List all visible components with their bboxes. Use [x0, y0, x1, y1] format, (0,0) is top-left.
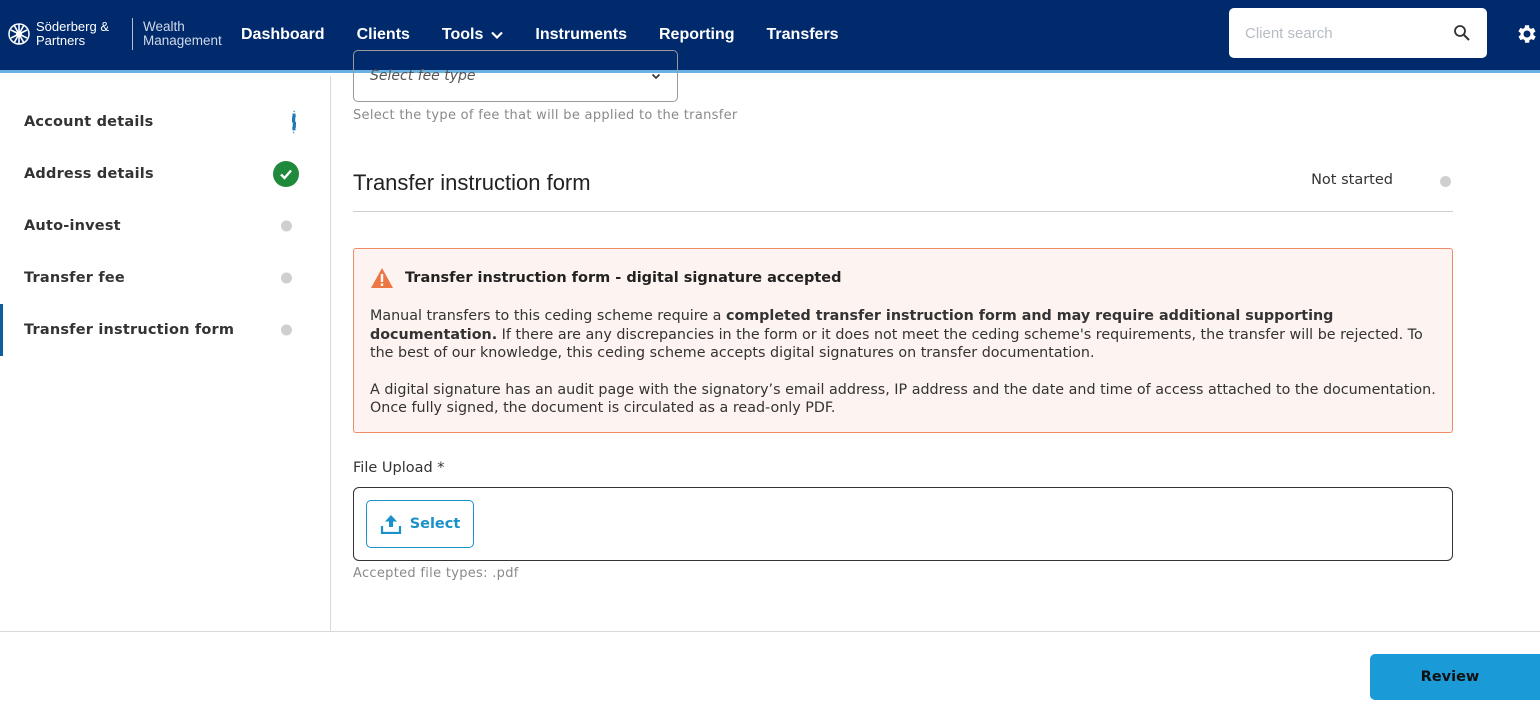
sidebar-item-label: Address details: [24, 166, 154, 182]
fee-type-placeholder: Select fee type: [370, 68, 476, 84]
alert-title: Transfer instruction form - digital sign…: [405, 270, 842, 286]
logo-emblem-icon: [8, 23, 30, 45]
nav-clients[interactable]: Clients: [341, 26, 426, 44]
warning-icon: [371, 268, 393, 288]
top-navigation-bar: Söderberg & Partners Wealth Management D…: [0, 0, 1540, 73]
chevron-down-icon: [651, 73, 661, 80]
nav-tools[interactable]: Tools: [426, 26, 519, 44]
nav-reporting-label: Reporting: [658, 26, 735, 43]
section-title: Transfer instruction form: [353, 170, 591, 195]
alert-paragraph-2: A digital signature has an audit page wi…: [370, 381, 1436, 417]
select-file-button-label: Select: [409, 516, 461, 532]
sidebar-item-account-details[interactable]: Account details: [0, 96, 330, 148]
alert-text: If there are any discrepancies in the fo…: [370, 326, 1423, 362]
section-header: Transfer instruction form Not started: [353, 162, 1453, 212]
company-logo[interactable]: Söderberg & Partners Wealth Management: [8, 14, 233, 54]
upload-icon: [380, 515, 401, 534]
sidebar-item-transfer-fee[interactable]: Transfer fee: [0, 252, 330, 304]
sidebar-item-label: Auto-invest: [24, 218, 121, 234]
alert-text: Manual transfers to this ceding scheme r…: [370, 308, 726, 324]
section-status-text: Not started: [1311, 172, 1393, 188]
fee-type-select[interactable]: Select fee type: [353, 50, 678, 102]
nav-reporting[interactable]: Reporting: [643, 26, 751, 44]
logo-subtitle: Wealth Management: [143, 19, 222, 48]
search-icon[interactable]: [1453, 24, 1471, 42]
status-complete-icon: [273, 161, 299, 187]
status-not-started-icon: [281, 272, 292, 284]
sidebar-item-transfer-instruction-form[interactable]: Transfer instruction form: [0, 304, 330, 356]
step-sidebar: Account details Address details Auto-inv…: [0, 76, 331, 631]
fee-type-help-text: Select the type of fee that will be appl…: [353, 108, 738, 123]
sidebar-item-label: Transfer instruction form: [24, 322, 235, 338]
status-not-started-icon: [281, 324, 292, 336]
nav-tools-label: Tools: [441, 26, 484, 43]
nav-dashboard[interactable]: Dashboard: [225, 26, 341, 44]
review-button[interactable]: Review: [1370, 654, 1540, 700]
client-search-input[interactable]: [1245, 24, 1453, 42]
nav-transfers[interactable]: Transfers: [751, 26, 855, 44]
select-file-button[interactable]: Select: [366, 500, 474, 548]
sidebar-item-label: Transfer fee: [24, 270, 125, 286]
alert-header: Transfer instruction form - digital sign…: [370, 267, 1436, 289]
footer-bar: Review: [0, 631, 1540, 709]
file-upload-help-text: Accepted file types: .pdf: [353, 566, 519, 581]
logo-name: Söderberg & Partners: [36, 19, 109, 48]
alert-paragraph-1: Manual transfers to this ceding scheme r…: [370, 307, 1436, 363]
sidebar-item-address-details[interactable]: Address details: [0, 148, 330, 200]
sidebar-item-auto-invest[interactable]: Auto-invest: [0, 200, 330, 252]
client-search-box: [1229, 8, 1487, 58]
warning-alert: Transfer instruction form - digital sign…: [353, 248, 1453, 433]
chevron-down-icon: [491, 31, 504, 40]
status-not-started-icon: [1440, 176, 1451, 187]
file-upload-dropzone[interactable]: Select: [353, 487, 1453, 561]
status-not-started-icon: [281, 220, 292, 232]
nav-instruments[interactable]: Instruments: [519, 26, 643, 44]
file-upload-label: File Upload *: [353, 460, 445, 476]
nav-dashboard-label: Dashboard: [241, 26, 325, 43]
logo-divider: [132, 18, 133, 50]
nav-transfers-label: Transfers: [766, 26, 839, 43]
nav-instruments-label: Instruments: [535, 26, 627, 43]
gear-icon[interactable]: [1514, 22, 1538, 46]
sidebar-item-label: Account details: [24, 114, 154, 130]
nav-clients-label: Clients: [356, 26, 410, 43]
